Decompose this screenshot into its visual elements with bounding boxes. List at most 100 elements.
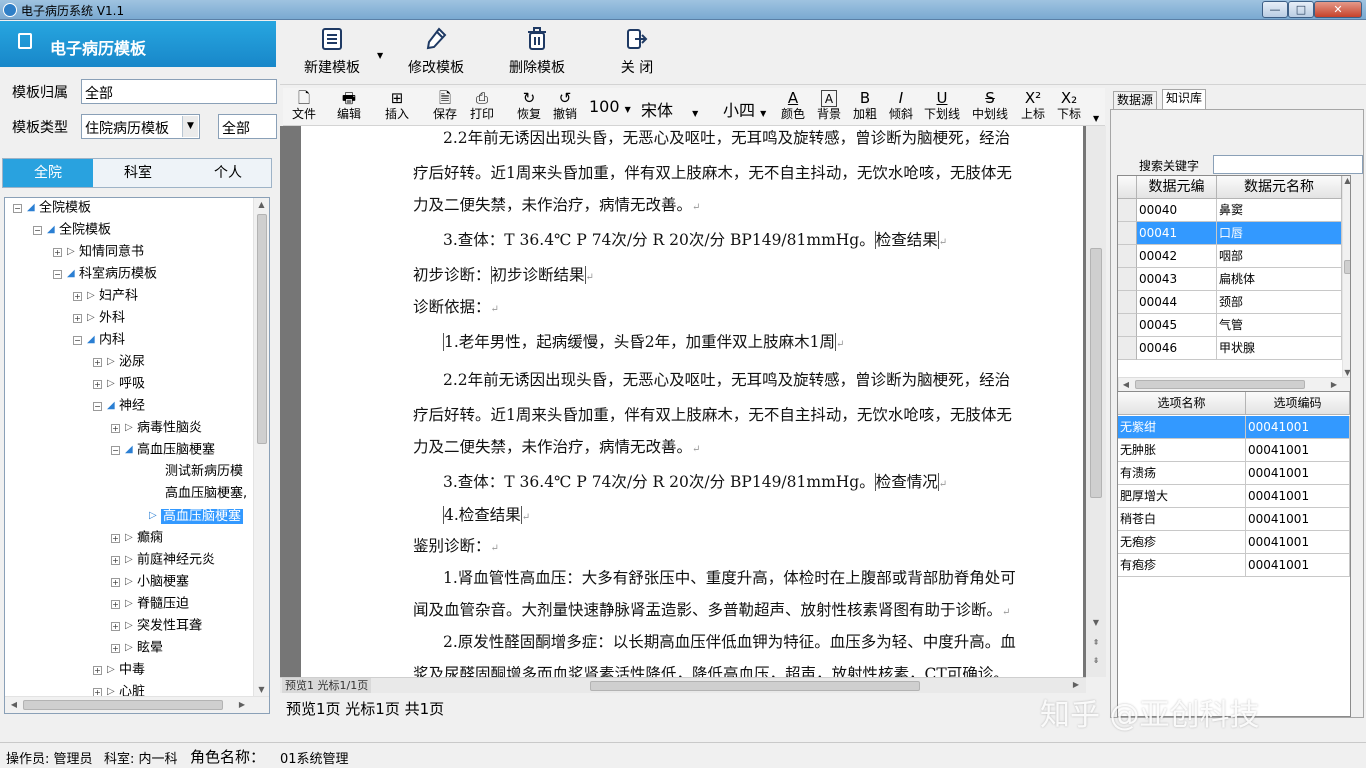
search-input[interactable] [1213, 155, 1363, 174]
tree-node[interactable]: + ▷ 脊髓压迫 [111, 594, 189, 614]
option-grid[interactable]: 选项名称 选项编码 无紫绀 00041001 无肿胀 00041001 有溃疡 00041… [1117, 391, 1351, 717]
font-color-button[interactable]: A 颜色 [779, 90, 807, 122]
grid-cell[interactable]: 肥厚增大 [1118, 485, 1246, 508]
tree-node[interactable]: 测试新病历模 [165, 462, 243, 482]
grid-cell[interactable]: 00041001 [1246, 485, 1350, 508]
tree-node[interactable]: + ▷ 知情同意书 [53, 242, 144, 262]
row-header[interactable] [1118, 199, 1137, 222]
font-size-select[interactable]: 小四 ▼ [723, 97, 775, 120]
zoom-select[interactable]: 100 ▼ [589, 97, 631, 117]
chevron-down-icon[interactable]: ▼ [182, 116, 198, 137]
row-header[interactable] [1118, 314, 1137, 337]
delete-template-button[interactable]: 删除模板 [505, 27, 569, 77]
grid-cell[interactable]: 气管 [1217, 314, 1342, 337]
tree-node[interactable]: − ◢ 神经 [93, 396, 145, 416]
editor-vertical-scrollbar[interactable]: ▼ ⇞ ⇟ [1086, 126, 1106, 677]
tree-node[interactable]: + ▷ 中毒 [93, 660, 145, 680]
type-extra-field[interactable]: 全部 [218, 114, 277, 139]
type-select[interactable]: 住院病历模板 ▼ [81, 114, 200, 139]
new-template-button[interactable]: 新建模板 [300, 27, 364, 77]
scroll-thumb[interactable] [23, 700, 223, 710]
grid-cell[interactable]: 00046 [1137, 337, 1217, 360]
tree-node[interactable]: + ▷ 小脑梗塞 [111, 572, 189, 592]
field-check-result[interactable]: 检查结果 [874, 231, 939, 249]
row-header[interactable] [1118, 291, 1137, 314]
grid-cell[interactable]: 无疱疹 [1118, 531, 1246, 554]
grid-cell[interactable]: 00041001 [1246, 554, 1350, 577]
grid-cell[interactable]: 稍苍白 [1118, 508, 1246, 531]
edit-menu[interactable]: 🖶 编辑 [331, 90, 367, 122]
grid-cell[interactable]: 口唇 [1217, 222, 1342, 245]
row-header[interactable] [1118, 245, 1137, 268]
scroll-down-icon[interactable]: ▼ [254, 685, 269, 694]
grid-cell[interactable]: 00045 [1137, 314, 1217, 337]
scroll-left-icon[interactable]: ◀ [1121, 380, 1131, 389]
grid-cell[interactable]: 扁桃体 [1217, 268, 1342, 291]
tree-horizontal-scrollbar[interactable]: ◀ ▶ [5, 696, 269, 713]
tree-node[interactable]: − ◢ 全院模板 [13, 198, 91, 218]
tree-node[interactable]: − ◢ 全院模板 [33, 220, 111, 240]
grid-cell[interactable]: 00044 [1137, 291, 1217, 314]
close-window-button[interactable]: ✕ [1314, 1, 1362, 18]
grid-cell[interactable]: 00041001 [1246, 416, 1350, 439]
page-up-icon[interactable]: ⇞ [1086, 638, 1106, 647]
document-editor[interactable]: 2.2年前无诱因出现头昏，无恶心及呕吐，无耳鸣及旋转感，曾诊断为脑梗死，经治 疗… [280, 126, 1106, 677]
page-down-icon[interactable]: ⇟ [1086, 656, 1106, 665]
maximize-button[interactable]: □ [1288, 1, 1314, 18]
print-button[interactable]: ⎙ 打印 [467, 90, 497, 122]
bold-button[interactable]: B 加粗 [851, 90, 879, 122]
scroll-right-icon[interactable]: ▶ [1329, 380, 1339, 389]
grid-cell[interactable]: 00041001 [1246, 439, 1350, 462]
tree-node[interactable]: + ▷ 癫痫 [111, 528, 163, 548]
grid-cell[interactable]: 00041 [1137, 222, 1217, 245]
minimize-button[interactable]: — [1262, 1, 1288, 18]
grid-cell[interactable]: 有溃疡 [1118, 462, 1246, 485]
column-header[interactable]: 数据元编 [1137, 176, 1217, 199]
editor-horizontal-scrollbar[interactable]: 预览1 光标1/1页 ▶ [280, 677, 1086, 693]
tree-node[interactable]: + ▷ 眩晕 [111, 638, 163, 658]
field-initial-diagnosis[interactable]: 初步诊断结果 [490, 266, 586, 284]
column-header[interactable]: 选项编码 [1246, 392, 1350, 415]
tree-node[interactable]: + ▷ 突发性耳聋 [111, 616, 202, 636]
strikethrough-button[interactable]: S 中划线 [971, 90, 1009, 122]
grid-cell[interactable]: 无紫绀 [1118, 416, 1246, 439]
grid-horizontal-scrollbar[interactable]: ◀ ▶ [1118, 377, 1350, 391]
grid-cell[interactable]: 有疱疹 [1118, 554, 1246, 577]
grid-cell[interactable]: 00041001 [1246, 531, 1350, 554]
tab-personal[interactable]: 个人 [183, 159, 273, 187]
tree-node[interactable]: + ▷ 前庭神经元炎 [111, 550, 215, 570]
subscript-button[interactable]: X₂ 下标 [1055, 90, 1083, 122]
tree-node[interactable]: + ▷ 外科 [73, 308, 125, 328]
row-header[interactable] [1118, 222, 1137, 245]
tab-hospital[interactable]: 全院 [3, 159, 93, 187]
row-header[interactable] [1118, 337, 1137, 360]
grid-cell[interactable]: 00042 [1137, 245, 1217, 268]
grid-cell[interactable]: 00041001 [1246, 462, 1350, 485]
tree-node[interactable]: − ◢ 高血压脑梗塞 [111, 440, 215, 460]
italic-button[interactable]: I 倾斜 [887, 90, 915, 122]
grid-cell[interactable]: 颈部 [1217, 291, 1342, 314]
tab-data-source[interactable]: 数据源 [1113, 91, 1158, 109]
file-menu[interactable]: 🗋 文件 [289, 90, 319, 122]
chevron-down-icon[interactable]: ▼ [377, 51, 383, 60]
grid-vertical-scrollbar[interactable]: ▲ ▼ [1342, 176, 1350, 377]
document-page[interactable]: 2.2年前无诱因出现头昏，无恶心及呕吐，无耳鸣及旋转感，曾诊断为脑梗死，经治 疗… [301, 126, 1083, 677]
scroll-right-icon[interactable]: ▶ [1070, 680, 1082, 689]
scroll-right-icon[interactable]: ▶ [237, 700, 247, 709]
grid-cell[interactable]: 咽部 [1217, 245, 1342, 268]
scroll-thumb[interactable] [257, 214, 267, 444]
redo-button[interactable]: ↻ 恢复 [515, 90, 543, 122]
save-button[interactable]: 🗎 保存 [431, 90, 459, 122]
template-tree[interactable]: − ◢ 全院模板 − ◢ 全院模板 + ▷ 知情同意书 − ◢ 科室病历模板 + ▷ 妇产科 + ▷ 外… [4, 197, 270, 714]
owner-field[interactable]: 全部 [81, 79, 277, 104]
insert-menu[interactable]: ⊞ 插入 [379, 90, 415, 122]
scroll-thumb[interactable] [590, 681, 920, 691]
grid-cell[interactable]: 鼻窦 [1217, 199, 1342, 222]
column-header[interactable]: 数据元名称 [1217, 176, 1342, 199]
grid-cell[interactable]: 甲状腺 [1217, 337, 1342, 360]
scroll-down-icon[interactable]: ▼ [1343, 368, 1350, 377]
grid-cell[interactable]: 无肿胀 [1118, 439, 1246, 462]
data-element-grid[interactable]: 数据元编 数据元名称 ▲ ▼ ◀ ▶ 00040 鼻窦 00041 口唇 00042 咽部… [1117, 175, 1351, 392]
edit-template-button[interactable]: 修改模板 [404, 27, 468, 77]
tree-node[interactable]: + ▷ 妇产科 [73, 286, 138, 306]
